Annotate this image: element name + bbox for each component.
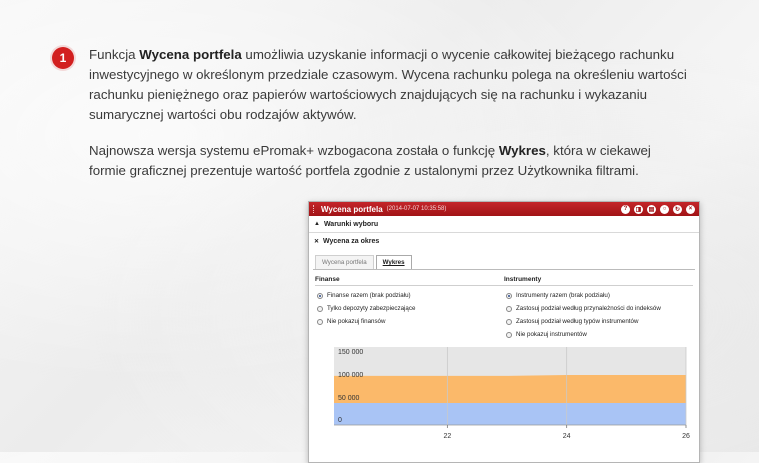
section-selection-conditions[interactable]: ▲ Warunki wyboru xyxy=(309,216,699,233)
finance-option[interactable]: Finanse razem (brak podziału) xyxy=(315,289,504,302)
finance-option[interactable]: Nie pokazuj finansów xyxy=(315,315,504,328)
x-tick-label: 22 xyxy=(443,433,451,440)
step-badge: 1 xyxy=(52,47,74,69)
window-titlebar[interactable]: Wycena portfela (2014-07-07 10:35:58) ? … xyxy=(309,202,699,216)
second-bold: Wykres xyxy=(498,143,546,158)
intro-bold: Wycena portfela xyxy=(139,47,242,62)
intro-paragraph: Funkcja Wycena portfela umożliwia uzyska… xyxy=(89,45,689,125)
y-tick-label: 50 000 xyxy=(338,395,360,402)
radio-icon[interactable] xyxy=(506,292,512,299)
collapse-arrow-icon: ▲ xyxy=(314,221,320,227)
tab-chart[interactable]: Wykres xyxy=(375,255,412,269)
print-icon[interactable]: ▤ xyxy=(647,204,656,214)
radio-icon[interactable] xyxy=(317,318,323,325)
radio-icon[interactable] xyxy=(506,318,512,325)
finance-title: Finanse xyxy=(315,276,504,286)
instruments-title: Instrumenty xyxy=(504,276,693,286)
instruments-option[interactable]: Instrumenty razem (brak podziału) xyxy=(504,289,693,302)
finance-group: Finanse Finanse razem (brak podziału) Ty… xyxy=(315,276,504,341)
minimize-icon[interactable]: ○ xyxy=(660,204,669,214)
radio-label: Instrumenty razem (brak podziału) xyxy=(516,292,610,299)
y-tick-label: 100 000 xyxy=(338,372,363,379)
portfolio-window: Wycena portfela (2014-07-07 10:35:58) ? … xyxy=(308,201,700,463)
finance-option[interactable]: Tylko depozyty zabezpieczające xyxy=(315,302,504,315)
y-tick-label: 0 xyxy=(338,417,342,424)
instruments-option[interactable]: Zastosuj podział według typów instrument… xyxy=(504,315,693,328)
window-date: (2014-07-07 10:35:58) xyxy=(386,206,447,212)
section-period-valuation[interactable]: ✕ Wycena za okres xyxy=(309,233,699,249)
instruments-option[interactable]: Zastosuj podział według przynależności d… xyxy=(504,302,693,315)
intro-prefix: Funkcja xyxy=(89,47,140,62)
grip-icon[interactable] xyxy=(313,205,316,213)
instruments-group: Instrumenty Instrumenty razem (brak podz… xyxy=(504,276,693,341)
close-icon[interactable]: × xyxy=(686,204,695,214)
close-x-icon: ✕ xyxy=(314,238,320,245)
x-tick-label: 24 xyxy=(563,433,571,440)
tab-bar: Wycena portfela Wykres xyxy=(315,255,699,269)
section1-label: Warunki wyboru xyxy=(323,220,379,228)
radio-icon[interactable] xyxy=(317,292,323,299)
second-prefix: Najnowsza wersja systemu ePromak+ wzboga… xyxy=(89,143,499,158)
x-tick-label: 26 xyxy=(682,433,690,440)
radio-label: Tylko depozyty zabezpieczające xyxy=(327,305,416,312)
radio-icon[interactable] xyxy=(506,305,512,312)
refresh-icon[interactable]: ↻ xyxy=(673,204,682,214)
window-title: Wycena portfela xyxy=(321,204,383,214)
radio-label: Nie pokazuj finansów xyxy=(327,318,386,325)
radio-label: Zastosuj podział według typów instrument… xyxy=(516,318,639,325)
save-icon[interactable]: ◨ xyxy=(634,204,643,214)
y-tick-label: 150 000 xyxy=(338,349,363,356)
series-area-blue xyxy=(334,402,686,425)
tab-portfolio-valuation[interactable]: Wycena portfela xyxy=(315,255,374,269)
radio-label: Zastosuj podział według przynależności d… xyxy=(516,305,661,312)
portfolio-area-chart: 150 000 100 000 50 000 0 22 24 26 xyxy=(334,347,690,440)
second-paragraph: Najnowsza wersja systemu ePromak+ wzboga… xyxy=(89,141,689,181)
radio-icon[interactable] xyxy=(317,305,323,312)
section2-label: Wycena za okres xyxy=(323,237,380,245)
radio-label: Finanse razem (brak podziału) xyxy=(327,292,411,299)
help-icon[interactable]: ? xyxy=(621,204,630,214)
filter-groups: Finanse Finanse razem (brak podziału) Ty… xyxy=(309,270,699,341)
